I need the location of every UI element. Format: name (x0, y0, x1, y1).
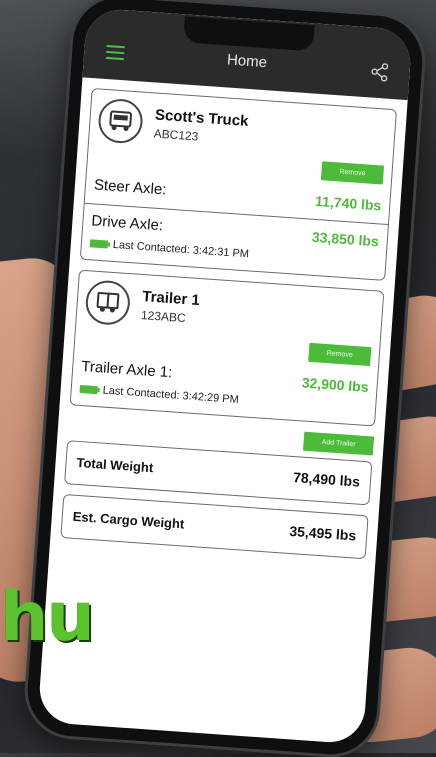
main-content: Scott's Truck ABC123 Remove Steer Axle: … (50, 77, 407, 560)
app-screen: Home Scott's Truck ABC123 Remove Steer A… (37, 7, 413, 745)
drive-axle-last-contacted: Last Contacted: 3:42:31 PM (112, 238, 250, 261)
page-title: Home (226, 51, 268, 72)
total-weight-value: 78,490 lbs (292, 469, 361, 490)
battery-icon (79, 384, 98, 395)
trailer-id: 123ABC (140, 308, 187, 326)
drive-axle-weight: 33,850 lbs (311, 228, 380, 250)
total-weight-label: Total Weight (76, 454, 154, 476)
add-trailer-button[interactable]: Add Trailer (303, 431, 375, 456)
truck-id: ABC123 (153, 126, 199, 144)
trailer-axle-weight: 32,900 lbs (301, 374, 370, 396)
cargo-weight-value: 35,495 lbs (288, 522, 357, 544)
trailer-name: Trailer 1 (141, 288, 201, 310)
cargo-weight-label: Est. Cargo Weight (72, 508, 185, 532)
truck-card: Scott's Truck ABC123 Remove Steer Axle: … (79, 88, 398, 281)
remove-truck-button[interactable]: Remove (320, 161, 385, 185)
cargo-weight-card: Est. Cargo Weight 35,495 lbs (60, 494, 369, 560)
remove-trailer-button[interactable]: Remove (308, 342, 372, 367)
trailer-card: Trailer 1 123ABC Remove Trailer Axle 1: … (69, 269, 385, 427)
truck-icon (97, 97, 145, 145)
steer-axle-weight: 11,740 lbs (314, 192, 382, 214)
drive-axle-label: Drive Axle: (90, 212, 164, 235)
battery-icon (89, 239, 109, 249)
steer-axle-label: Steer Axle: (93, 176, 167, 199)
share-icon[interactable] (369, 61, 390, 82)
trailer-axle-last-contacted: Last Contacted: 3:42:29 PM (102, 384, 240, 407)
brand-logo-text: hu (0, 578, 95, 657)
trailer-icon (84, 279, 132, 327)
trailer-axle-label: Trailer Axle 1: (80, 357, 173, 382)
